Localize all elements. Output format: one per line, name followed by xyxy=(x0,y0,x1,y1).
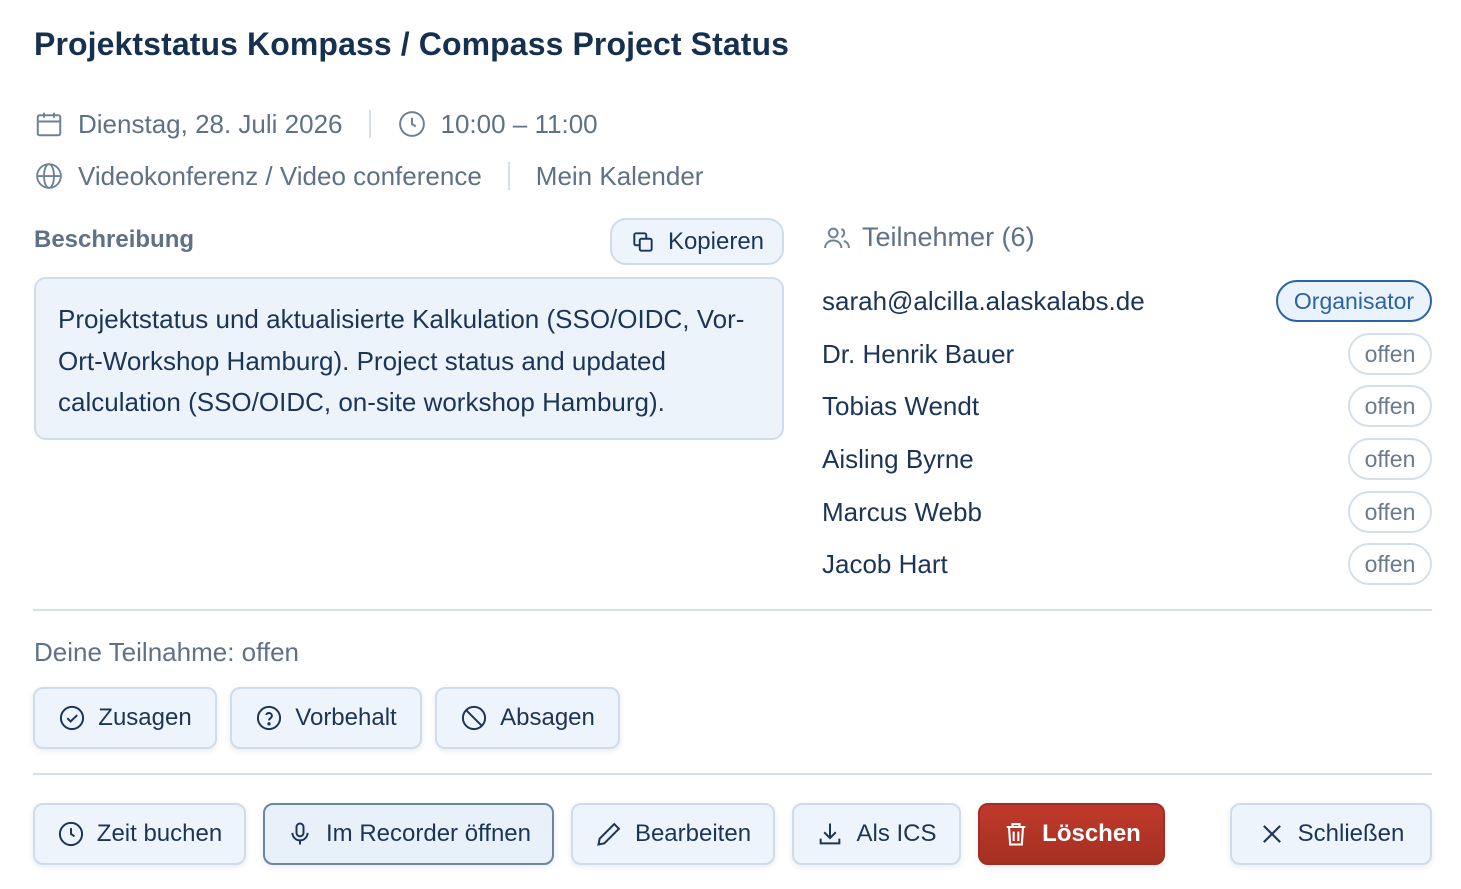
meta-divider xyxy=(368,110,371,138)
delete-label: Löschen xyxy=(1042,820,1141,847)
event-location: Videokonferenz / Video conference xyxy=(78,160,482,191)
accept-label: Zusagen xyxy=(98,704,192,731)
trash-icon xyxy=(1002,820,1030,848)
participant-row: Jacob Hart offen xyxy=(822,542,1432,586)
question-circle-icon xyxy=(255,704,283,732)
participant-name: Jacob Hart xyxy=(822,548,948,579)
pencil-icon xyxy=(595,820,623,848)
ban-icon xyxy=(460,704,488,732)
event-detail-dialog: Projektstatus Kompass / Compass Project … xyxy=(0,0,1461,889)
close-button[interactable]: Schließen xyxy=(1230,803,1432,865)
event-date-time-row: Dienstag, 28. Juli 2026 10:00 – 11:00 xyxy=(34,104,598,144)
participant-name: Tobias Wendt xyxy=(822,390,980,421)
participant-row: sarah@alcilla.alaskalabs.de Organisator xyxy=(822,279,1432,323)
meta-divider xyxy=(507,162,510,190)
edit-label: Bearbeiten xyxy=(634,820,752,847)
edit-button[interactable]: Bearbeiten xyxy=(571,803,775,865)
open-recorder-label: Im Recorder öffnen xyxy=(326,820,531,847)
participants-header: Teilnehmer (6) xyxy=(822,222,1035,253)
copy-description-label: Kopieren xyxy=(667,227,765,255)
event-title: Projektstatus Kompass / Compass Project … xyxy=(34,26,790,62)
participant-row: Aisling Byrne offen xyxy=(822,437,1432,481)
status-badge: offen xyxy=(1348,333,1432,375)
copy-icon xyxy=(630,229,656,255)
delete-button[interactable]: Löschen xyxy=(978,803,1165,865)
clock-icon xyxy=(397,109,427,139)
microphone-icon xyxy=(286,820,314,848)
tentative-label: Vorbehalt xyxy=(295,704,397,731)
export-ics-label: Als ICS xyxy=(856,820,937,847)
description-label: Beschreibung xyxy=(34,226,195,253)
organizer-badge: Organisator xyxy=(1276,280,1432,322)
copy-description-button[interactable]: Kopieren xyxy=(610,218,784,265)
rsvp-status-label: Deine Teilnahme: offen xyxy=(34,637,300,667)
event-location-row: Videokonferenz / Video conference Mein K… xyxy=(34,156,703,196)
book-time-label: Zeit buchen xyxy=(96,820,223,847)
status-badge: offen xyxy=(1348,491,1432,533)
download-icon xyxy=(816,820,844,848)
accept-button[interactable]: Zusagen xyxy=(33,687,217,749)
event-calendar: Mein Kalender xyxy=(535,160,704,191)
status-badge: offen xyxy=(1348,438,1432,480)
description-text: Projektstatus und aktualisierte Kalkulat… xyxy=(34,277,784,440)
participant-name: Aisling Byrne xyxy=(822,443,974,474)
clock-icon xyxy=(57,820,85,848)
participant-name: Marcus Webb xyxy=(822,496,982,527)
users-icon xyxy=(824,227,850,248)
section-divider xyxy=(33,609,1432,611)
close-icon xyxy=(1258,820,1286,848)
participants-count-label: Teilnehmer (6) xyxy=(862,222,1035,252)
decline-button[interactable]: Absagen xyxy=(435,687,620,749)
event-time: 10:00 – 11:00 xyxy=(440,108,598,139)
check-circle-icon xyxy=(58,704,86,732)
export-ics-button[interactable]: Als ICS xyxy=(792,803,961,865)
participant-row: Dr. Henrik Bauer offen xyxy=(822,332,1432,376)
book-time-button[interactable]: Zeit buchen xyxy=(33,803,246,865)
status-badge: offen xyxy=(1348,543,1432,585)
globe-icon xyxy=(34,161,64,191)
decline-label: Absagen xyxy=(500,704,595,731)
event-date: Dienstag, 28. Juli 2026 xyxy=(78,108,343,139)
participant-name: sarah@alcilla.alaskalabs.de xyxy=(822,285,1145,316)
participant-row: Tobias Wendt offen xyxy=(822,384,1432,428)
section-divider xyxy=(33,773,1432,775)
close-label: Schließen xyxy=(1297,820,1405,847)
participant-row: Marcus Webb offen xyxy=(822,490,1432,534)
open-recorder-button[interactable]: Im Recorder öffnen xyxy=(263,803,554,865)
calendar-icon xyxy=(34,109,64,139)
status-badge: offen xyxy=(1348,385,1432,427)
tentative-button[interactable]: Vorbehalt xyxy=(230,687,422,749)
participant-name: Dr. Henrik Bauer xyxy=(822,338,1015,369)
